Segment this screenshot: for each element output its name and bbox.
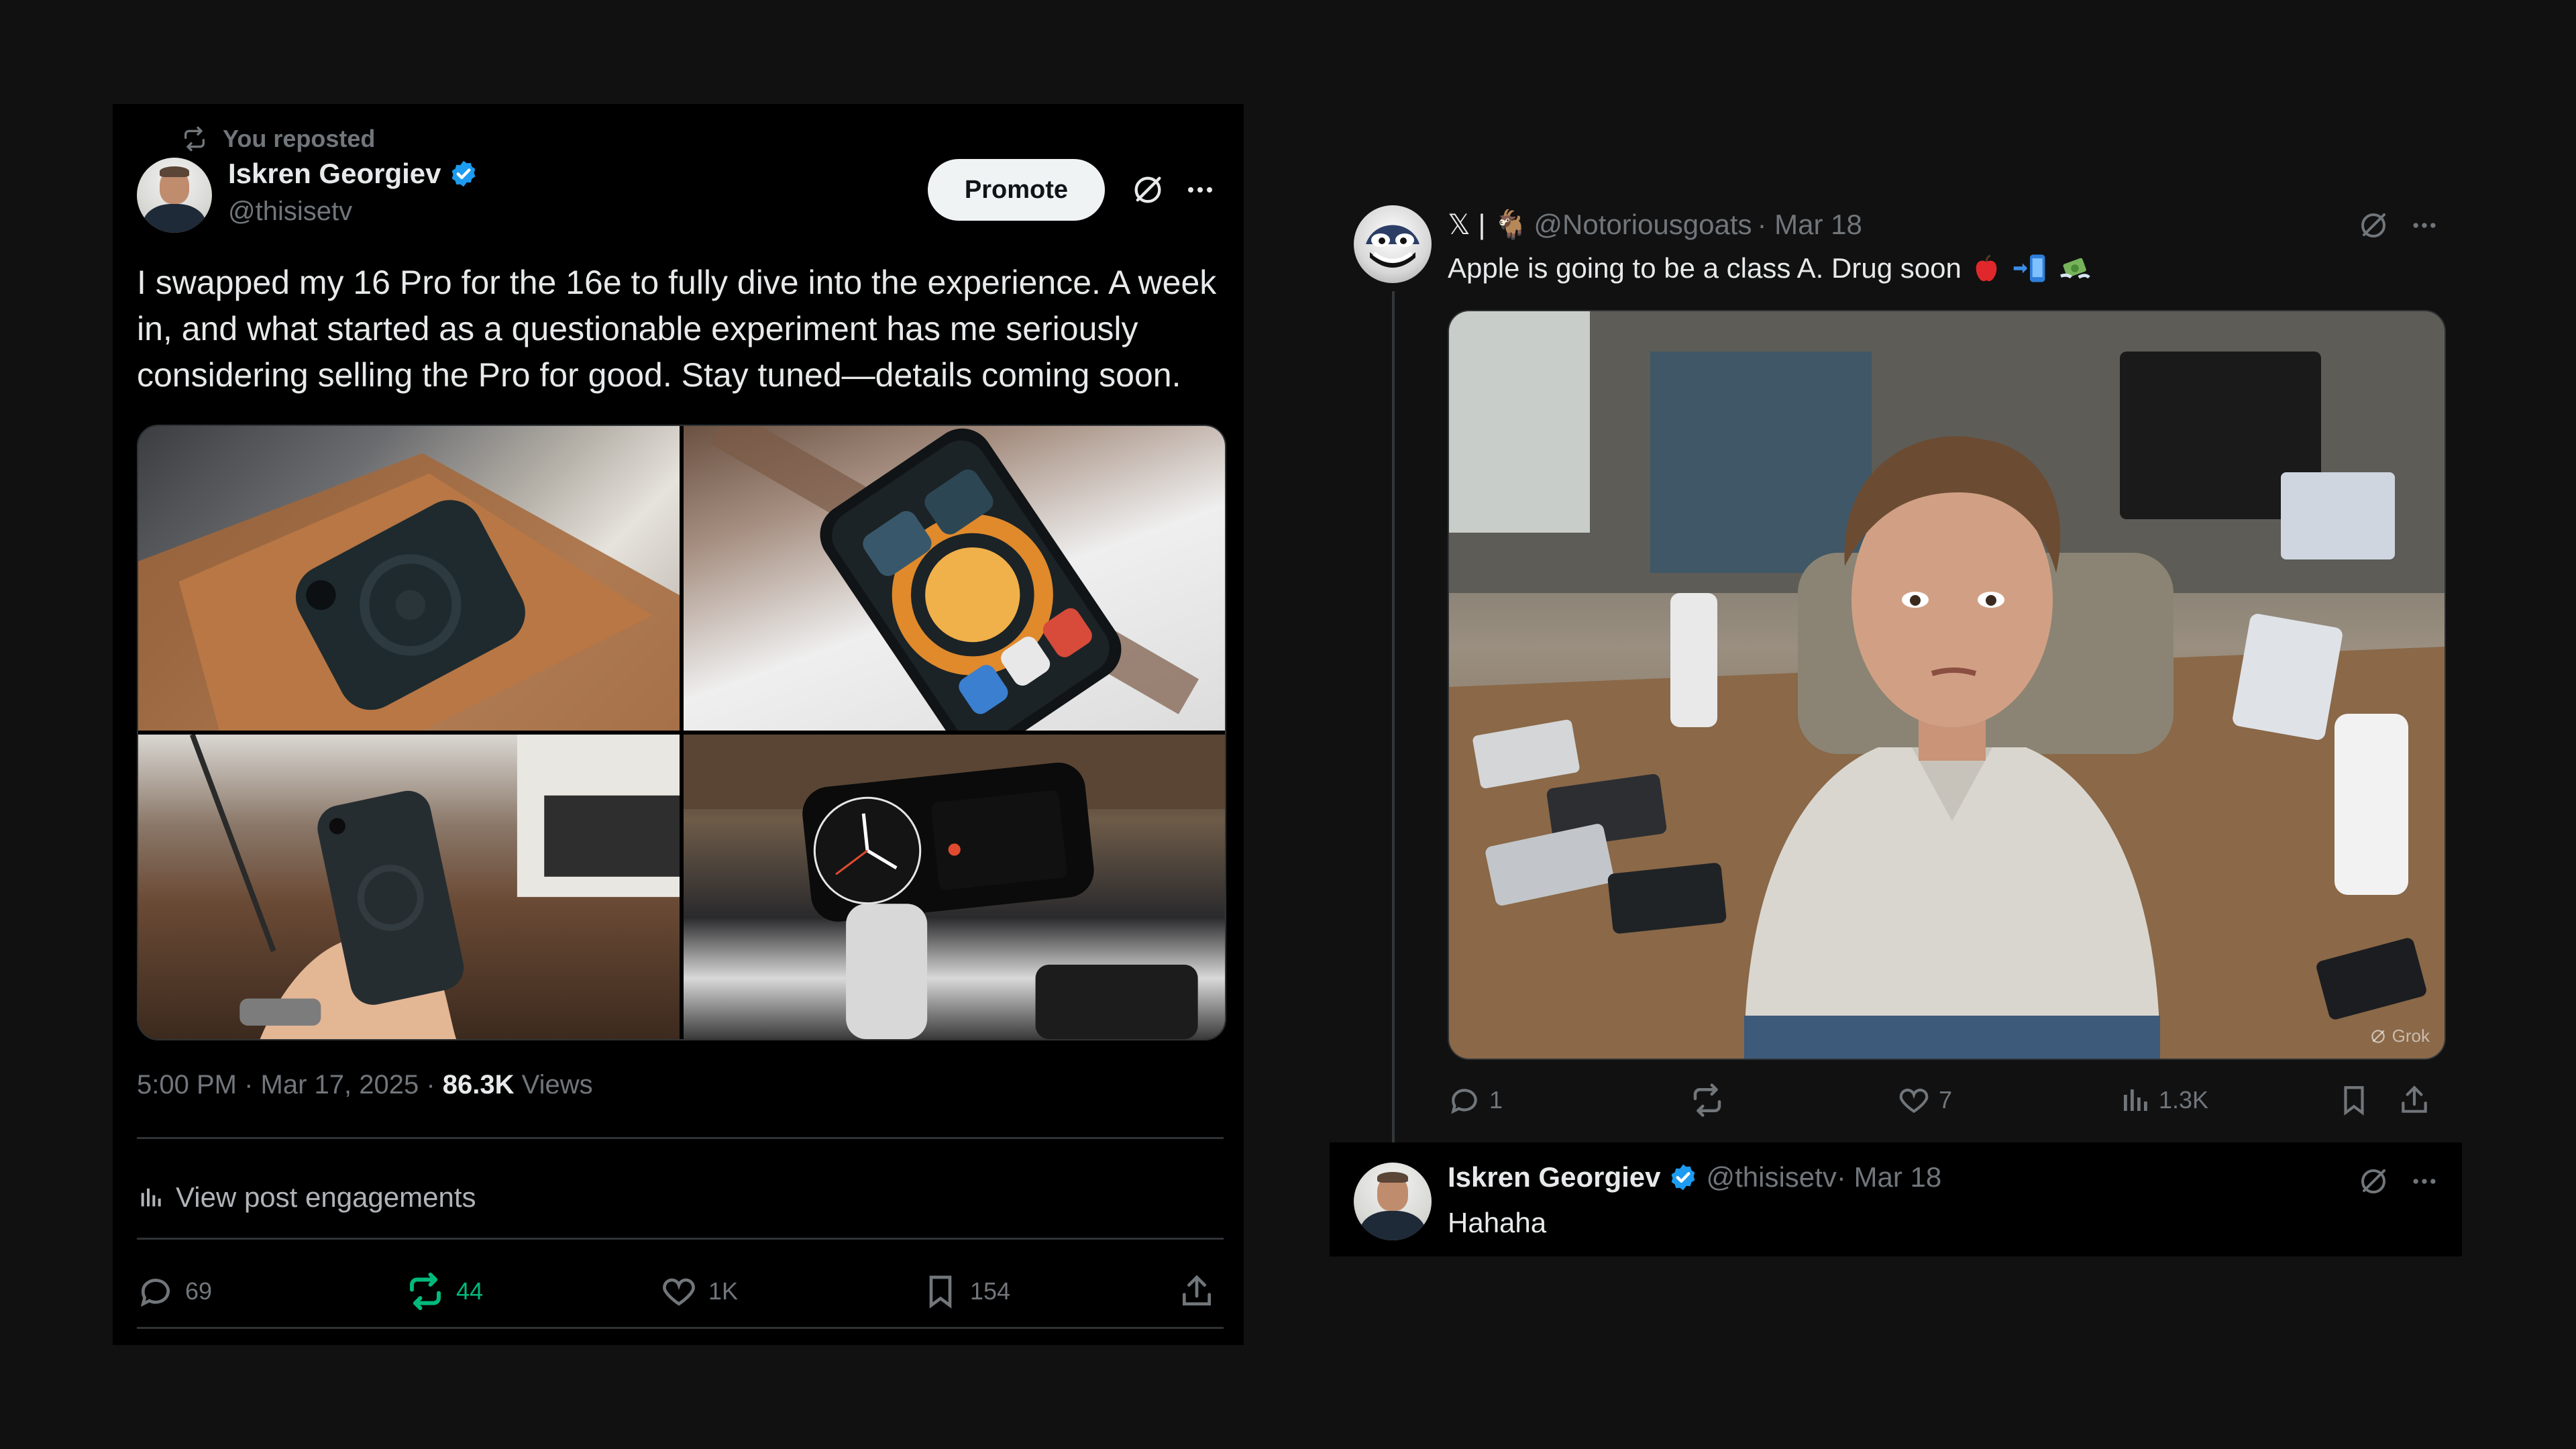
promote-button[interactable]: Promote bbox=[928, 159, 1105, 221]
heart-icon bbox=[663, 1278, 695, 1306]
post-text: I swapped my 16 Pro for the 16e to fully… bbox=[137, 264, 1217, 394]
share-icon bbox=[2402, 1085, 2427, 1113]
bookmark-count: 154 bbox=[970, 1277, 1011, 1305]
author-name[interactable]: Iskren Georgiev bbox=[1448, 1161, 1660, 1193]
money-wings-emoji-icon bbox=[2059, 258, 2090, 279]
avatar[interactable] bbox=[1354, 205, 1432, 283]
media-grid[interactable] bbox=[137, 425, 1226, 1040]
share-button[interactable] bbox=[1178, 1258, 1216, 1325]
reply-header: 𝕏 | 🐐 @Notoriousgoats · Mar 18 bbox=[1448, 208, 1862, 241]
divider bbox=[137, 1327, 1224, 1329]
bookmark-icon bbox=[2344, 1086, 2364, 1116]
engagements-label: View post engagements bbox=[176, 1181, 476, 1213]
views-count: 1.3K bbox=[2159, 1086, 2209, 1114]
reply-date[interactable]: · Mar 18 bbox=[1837, 1161, 1941, 1193]
grok-icon[interactable] bbox=[2357, 209, 2390, 241]
verified-badge-icon bbox=[452, 160, 476, 187]
thread-line bbox=[1392, 291, 1395, 1143]
views-label: Views bbox=[514, 1070, 593, 1099]
more-options-icon[interactable] bbox=[2410, 1167, 2439, 1196]
more-options-icon[interactable] bbox=[1184, 174, 1216, 206]
reply-display-name[interactable]: 𝕏 | 🐐 bbox=[1448, 208, 1528, 241]
timestamp-text: 5:00 PM · Mar 17, 2025 · bbox=[137, 1070, 443, 1099]
reply-count: 69 bbox=[185, 1277, 213, 1305]
like-button[interactable]: 1K bbox=[660, 1258, 738, 1325]
reply-icon bbox=[1451, 1089, 1477, 1114]
reply-post-card[interactable]: 𝕏 | 🐐 @Notoriousgoats · Mar 18 Apple is … bbox=[1330, 188, 2462, 1143]
like-count: 7 bbox=[1939, 1086, 1953, 1114]
reply-text: Apple is going to be a class A. Drug soo… bbox=[1448, 252, 2092, 284]
reply-count: 1 bbox=[1489, 1086, 1503, 1114]
repost-icon bbox=[1693, 1083, 1721, 1117]
author-handle[interactable]: @thisisetv bbox=[228, 197, 478, 227]
self-reply-card[interactable]: Iskren Georgiev @thisisetv · Mar 18 Haha… bbox=[1330, 1142, 2462, 1256]
main-post-card[interactable]: You reposted Iskren Georgiev @thisisetv … bbox=[113, 104, 1244, 1345]
author-name[interactable]: Iskren Georgiev bbox=[228, 158, 441, 190]
like-button[interactable]: 7 bbox=[1897, 1073, 1952, 1127]
view-engagements-link[interactable]: View post engagements bbox=[137, 1171, 476, 1224]
repost-button[interactable] bbox=[1689, 1073, 1733, 1127]
bookmark-button[interactable]: 154 bbox=[922, 1258, 1010, 1325]
views-count: 86.3K bbox=[442, 1070, 515, 1099]
reply-action-bar: 1 7 1.3K bbox=[1448, 1073, 2443, 1127]
verified-badge-icon bbox=[1672, 1164, 1695, 1191]
repost-button[interactable]: 44 bbox=[405, 1258, 483, 1325]
analytics-icon bbox=[141, 1188, 161, 1207]
author-block[interactable]: Iskren Georgiev @thisisetv bbox=[228, 158, 478, 227]
repost-count: 44 bbox=[456, 1277, 484, 1305]
divider bbox=[137, 1137, 1224, 1139]
more-options-icon[interactable] bbox=[2410, 211, 2439, 240]
heart-icon bbox=[1899, 1088, 1929, 1114]
share-icon bbox=[1183, 1275, 1211, 1305]
divider bbox=[137, 1238, 1224, 1240]
like-count: 1K bbox=[708, 1277, 739, 1305]
apple-emoji-icon bbox=[1976, 254, 1997, 282]
grok-icon bbox=[2371, 1029, 2385, 1043]
grok-icon[interactable] bbox=[2357, 1165, 2390, 1197]
action-bar: 69 44 1K 154 bbox=[137, 1258, 1224, 1325]
phone-arrow-emoji-icon bbox=[2013, 254, 2045, 282]
repost-icon bbox=[410, 1273, 441, 1310]
repost-label: You reposted bbox=[223, 125, 376, 152]
self-reply-text: Hahaha bbox=[1448, 1207, 1547, 1238]
media-photo[interactable] bbox=[684, 735, 1225, 1039]
bookmark-button[interactable] bbox=[2337, 1073, 2371, 1127]
views-button[interactable]: 1.3K bbox=[2118, 1073, 2208, 1127]
reply-button[interactable]: 69 bbox=[137, 1258, 212, 1325]
grok-icon[interactable] bbox=[1130, 172, 1165, 207]
reply-image[interactable]: Grok bbox=[1448, 310, 2446, 1060]
reply-handle[interactable]: @Notoriousgoats bbox=[1534, 209, 1752, 241]
avatar[interactable] bbox=[137, 158, 212, 233]
bookmark-icon bbox=[929, 1275, 952, 1309]
reply-text-content: Apple is going to be a class A. Drug soo… bbox=[1448, 252, 1962, 284]
post-timestamp[interactable]: 5:00 PM · Mar 17, 2025 · 86.3K Views bbox=[137, 1070, 593, 1100]
media-photo[interactable] bbox=[684, 426, 1225, 731]
reply-date[interactable]: · Mar 18 bbox=[1758, 209, 1862, 241]
repost-indicator: You reposted bbox=[181, 119, 375, 159]
reply-button[interactable]: 1 bbox=[1448, 1073, 1503, 1127]
grok-watermark: Grok bbox=[2369, 1026, 2430, 1046]
reply-icon bbox=[140, 1279, 170, 1307]
grok-watermark-label: Grok bbox=[2392, 1026, 2430, 1046]
self-reply-header: Iskren Georgiev @thisisetv · Mar 18 bbox=[1448, 1161, 1941, 1193]
media-photo[interactable] bbox=[138, 426, 680, 731]
media-photo[interactable] bbox=[138, 735, 680, 1039]
share-button[interactable] bbox=[2398, 1073, 2431, 1127]
author-handle[interactable]: @thisisetv bbox=[1706, 1161, 1836, 1193]
repost-icon bbox=[184, 126, 205, 152]
avatar[interactable] bbox=[1354, 1163, 1432, 1240]
analytics-icon bbox=[2124, 1089, 2147, 1111]
